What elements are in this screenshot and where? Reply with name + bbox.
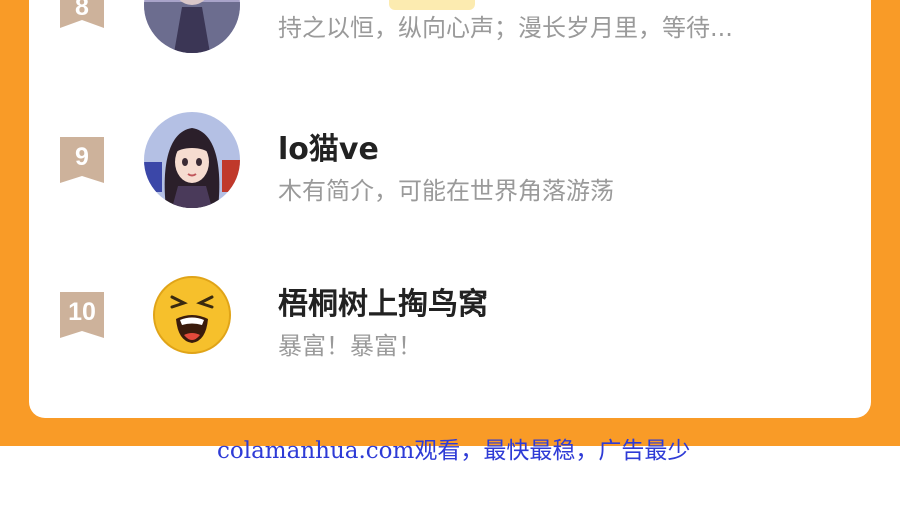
title-badge [389,0,475,10]
leaderboard-row[interactable]: 9 lo猫ve 木有简介，可能在世界角落游荡 [29,110,871,210]
avatar[interactable] [144,267,240,363]
leaderboard-card: 8 持之以恒，纵向心声；漫长岁月里，等待... 9 lo猫ve 木有简介，可能在… [29,0,871,418]
user-name[interactable]: 梧桐树上掏鸟窝 [278,287,488,323]
rank-number: 10 [68,298,96,326]
user-bio: 持之以恒，纵向心声；漫长岁月里，等待... [278,14,733,42]
avatar[interactable] [144,0,240,53]
user-bio: 暴富！暴富！ [278,332,422,360]
leaderboard-row[interactable]: 8 持之以恒，纵向心声；漫长岁月里，等待... [29,0,871,60]
rank-badge: 10 [60,292,104,338]
site-watermark: colamanhua.com观看，最快最稳，广告最少 [217,438,691,464]
rank-number: 9 [75,143,89,171]
rank-badge: 8 [60,0,104,28]
rank-badge: 9 [60,137,104,183]
user-bio: 木有简介，可能在世界角落游荡 [278,177,614,205]
leaderboard-row[interactable]: 10 梧桐树上掏鸟窝 暴富！暴富！ [29,265,871,365]
rank-number: 8 [75,0,89,21]
user-name[interactable]: lo猫ve [278,132,379,168]
avatar[interactable] [144,112,240,208]
